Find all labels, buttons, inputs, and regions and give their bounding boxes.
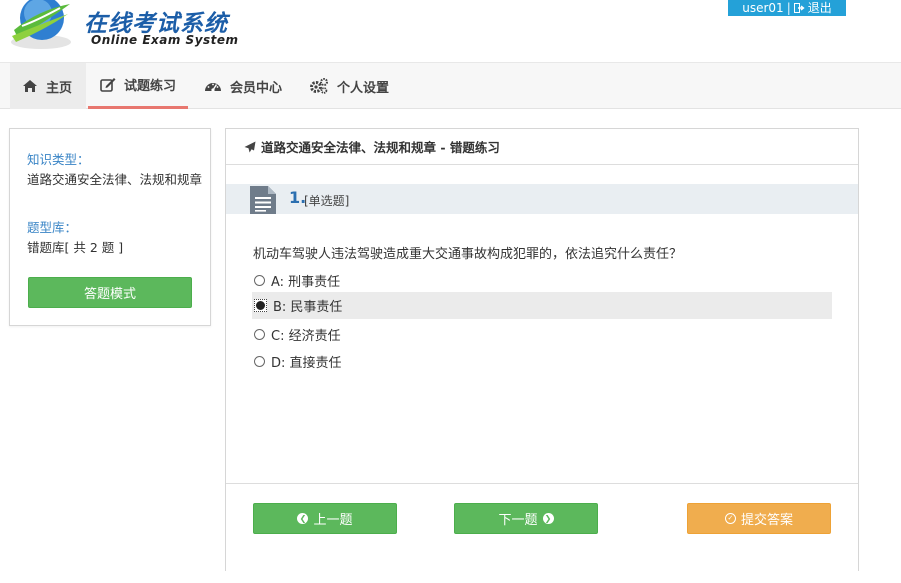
option-label[interactable]: A: 刑事责任: [271, 271, 340, 290]
app-subtitle: Online Exam System: [91, 33, 239, 47]
user-box[interactable]: user01 | 退出: [728, 0, 846, 16]
user-separator: |: [786, 1, 791, 15]
next-label: 下一题: [498, 513, 538, 528]
check-circle-icon: ✓: [724, 513, 736, 524]
nav-item-label: 试题练习: [124, 79, 177, 94]
answer-mode-button[interactable]: 答题模式: [28, 277, 192, 308]
nav-item-label: 个人设置: [337, 80, 390, 96]
submit-label: 提交答案: [740, 513, 793, 528]
option-radio[interactable]: [254, 356, 265, 367]
option-radio[interactable]: [254, 329, 265, 340]
nav-item-practice[interactable]: 试题练习: [88, 63, 188, 109]
option-d[interactable]: D: 直接责任: [252, 348, 832, 375]
nav-item-member[interactable]: 会员中心: [204, 63, 282, 109]
option-radio[interactable]: [254, 299, 267, 312]
knowledge-type-label: 知识类型：: [27, 152, 90, 167]
dashboard-icon: [205, 83, 221, 92]
nav-item-home[interactable]: 主页: [10, 63, 86, 109]
option-label[interactable]: C: 经济责任: [271, 325, 341, 344]
option-b[interactable]: B: 民事责任: [252, 292, 832, 319]
question-header: 1. [单选题]: [226, 184, 858, 214]
sidebar-panel: 知识类型： 道路交通安全法律、法规和规章 题型库： 错题库[ 共 2 题 ] 答…: [9, 128, 211, 326]
option-c[interactable]: C: 经济责任: [252, 321, 832, 348]
edit-icon: [100, 78, 116, 92]
option-label[interactable]: B: 民事责任: [273, 296, 342, 315]
chevron-left-icon: ❮: [297, 513, 309, 524]
home-icon: [23, 80, 37, 92]
option-radio[interactable]: [254, 275, 265, 286]
bank-value: 错题库[ 共 2 题 ]: [27, 240, 124, 255]
logo-globe-icon: [11, 0, 71, 49]
prev-label: 上一题: [313, 513, 353, 528]
logout-link[interactable]: 退出: [808, 2, 832, 14]
question-type: [单选题]: [304, 194, 350, 208]
nav-item-settings[interactable]: 个人设置: [309, 63, 389, 109]
nav-item-label: 会员中心: [230, 80, 283, 96]
header: 在线考试系统 Online Exam System user01 | 退出: [0, 0, 901, 62]
paper-plane-icon: [244, 141, 256, 152]
logout-icon[interactable]: [793, 3, 805, 13]
username[interactable]: user01: [742, 2, 783, 14]
prev-question-button[interactable]: ❮ 上一题: [253, 503, 397, 534]
cogs-icon: [310, 78, 328, 94]
submit-answer-button[interactable]: ✓ 提交答案: [687, 503, 831, 534]
panel-footer: ❮ 上一题 下一题 ❯ ✓ 提交答案: [226, 483, 858, 571]
panel-heading-text: 道路交通安全法律、法规和规章 - 错题练习: [261, 140, 500, 155]
question-panel: 道路交通安全法律、法规和规章 - 错题练习 1. [单选题] 机动车驾驶人违法驾…: [225, 128, 859, 571]
option-a[interactable]: A: 刑事责任: [252, 267, 832, 294]
knowledge-type-value: 道路交通安全法律、法规和规章: [27, 172, 203, 187]
nav-item-label: 主页: [46, 80, 73, 96]
question-text: 机动车驾驶人违法驾驶造成重大交通事故构成犯罪的，依法追究什么责任？: [253, 247, 683, 262]
panel-heading: 道路交通安全法律、法规和规章 - 错题练习: [226, 129, 858, 165]
question-document-icon: [250, 186, 276, 214]
bank-label: 题型库：: [27, 220, 78, 235]
chevron-right-icon: ❯: [542, 513, 554, 524]
next-question-button[interactable]: 下一题 ❯: [454, 503, 598, 534]
option-label[interactable]: D: 直接责任: [271, 352, 342, 371]
main-nav: 主页 试题练习 会员中心 个人设置: [0, 62, 901, 109]
